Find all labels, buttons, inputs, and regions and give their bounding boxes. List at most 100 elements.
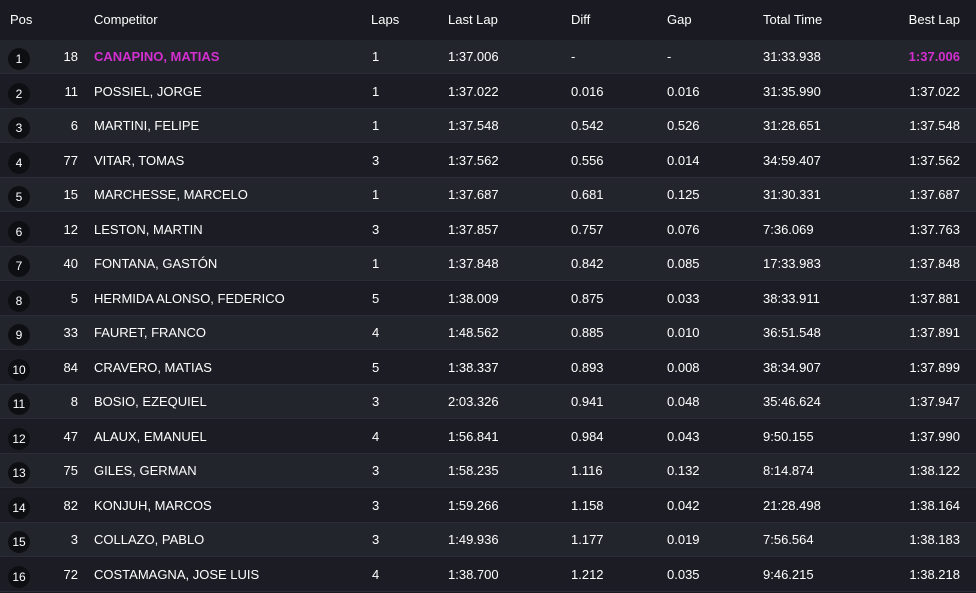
diff-value: 0.885 <box>571 325 604 340</box>
table-row[interactable]: 2 11 POSSIEL, JORGE 1 1:37.022 0.016 0.016 31:3… <box>0 74 976 109</box>
competitor-name: CRAVERO, MATIAS <box>94 359 212 375</box>
header-gap[interactable]: Gap <box>667 11 692 29</box>
last-lap-value: 1:37.548 <box>448 118 499 133</box>
gap-value: 0.526 <box>667 118 700 133</box>
laps-value: 4 <box>372 428 380 444</box>
table-row[interactable]: 15 3 COLLAZO, PABLO 3 1:49.936 1.177 0.019 7:56… <box>0 523 976 557</box>
competitor-name: CANAPINO, MATIAS <box>94 49 220 64</box>
competitor-name: KONJUH, MARCOS <box>94 497 212 513</box>
position-badge: 5 <box>8 186 30 208</box>
best-lap-value: 1:37.891 <box>909 325 960 340</box>
best-lap-value: 1:38.218 <box>909 566 960 582</box>
total-time-value: 31:30.331 <box>763 187 821 202</box>
competitor-name: MARTINI, FELIPE <box>94 118 200 133</box>
laps-value: 3 <box>372 394 380 409</box>
gap-value: 0.010 <box>667 325 700 340</box>
position-badge: 1 <box>8 48 30 70</box>
best-lap-value: 1:37.006 <box>908 49 960 64</box>
gap-value: 0.042 <box>667 497 700 513</box>
gap-value: 0.132 <box>667 463 700 478</box>
diff-value: 0.893 <box>571 359 604 375</box>
car-number: 18 <box>63 49 78 64</box>
table-row[interactable]: 3 6 MARTINI, FELIPE 1 1:37.548 0.542 0.526 31:2… <box>0 109 976 143</box>
last-lap-value: 1:49.936 <box>448 532 499 547</box>
table-row[interactable]: 16 72 COSTAMAGNA, JOSE LUIS 4 1:38.700 1.212 0… <box>0 557 976 592</box>
gap-value: 0.014 <box>667 152 700 168</box>
gap-value: 0.048 <box>667 394 700 409</box>
competitor-name: ALAUX, EMANUEL <box>94 428 207 444</box>
laps-value: 1 <box>372 118 380 133</box>
position-badge: 6 <box>8 220 30 243</box>
laps-value: 5 <box>372 290 380 306</box>
position-badge: 2 <box>8 82 30 105</box>
car-number: 40 <box>63 256 78 271</box>
best-lap-value: 1:37.848 <box>909 256 960 271</box>
gap-value: 0.016 <box>667 83 700 99</box>
total-time-value: 9:46.215 <box>763 566 814 582</box>
table-row[interactable]: 13 75 GILES, GERMAN 3 1:58.235 1.116 0.132 8:14… <box>0 454 976 488</box>
header-diff[interactable]: Diff <box>571 11 590 29</box>
gap-value: 0.035 <box>667 566 700 582</box>
table-row[interactable]: 14 82 KONJUH, MARCOS 3 1:59.266 1.158 0.042 21:… <box>0 488 976 523</box>
table-row[interactable]: 8 5 HERMIDA ALONSO, FEDERICO 5 1:38.009 0.875… <box>0 281 976 316</box>
position-badge: 12 <box>8 427 30 450</box>
total-time-value: 35:46.624 <box>763 394 821 409</box>
car-number: 77 <box>63 152 78 168</box>
best-lap-value: 1:38.164 <box>909 497 960 513</box>
laps-value: 3 <box>372 532 380 547</box>
laps-value: 1 <box>372 83 380 99</box>
best-lap-value: 1:37.990 <box>909 428 960 444</box>
header-pos[interactable]: Pos <box>10 11 32 29</box>
diff-value: 1.116 <box>571 463 603 478</box>
car-number: 3 <box>70 532 78 547</box>
diff-value: 0.984 <box>571 428 604 444</box>
total-time-value: 31:35.990 <box>763 83 821 99</box>
total-time-value: 36:51.548 <box>763 325 821 340</box>
diff-value: 0.542 <box>571 118 604 133</box>
last-lap-value: 1:58.235 <box>448 463 499 478</box>
best-lap-value: 1:38.122 <box>909 463 960 478</box>
competitor-name: LESTON, MARTIN <box>94 221 203 237</box>
position-badge: 9 <box>8 324 30 346</box>
header-best-lap[interactable]: Best Lap <box>909 11 960 29</box>
last-lap-value: 1:38.009 <box>448 290 499 306</box>
table-row[interactable]: 1 18 CANAPINO, MATIAS 1 1:37.006 - - 31:33.938 1… <box>0 40 976 74</box>
laps-value: 1 <box>372 49 380 64</box>
table-row[interactable]: 6 12 LESTON, MARTIN 3 1:37.857 0.757 0.076 7:36… <box>0 212 976 247</box>
laps-value: 5 <box>372 359 380 375</box>
table-row[interactable]: 7 40 FONTANA, GASTÓN 1 1:37.848 0.842 0.085 17:… <box>0 247 976 281</box>
table-row[interactable]: 9 33 FAURET, FRANCO 4 1:48.562 0.885 0.010 36:5… <box>0 316 976 350</box>
table-row[interactable]: 4 77 VITAR, TOMAS 3 1:37.562 0.556 0.014 34:59.… <box>0 143 976 178</box>
table-row[interactable]: 12 47 ALAUX, EMANUEL 4 1:56.841 0.984 0.043 9:5… <box>0 419 976 454</box>
last-lap-value: 1:59.266 <box>448 497 499 513</box>
car-number: 75 <box>63 463 78 478</box>
best-lap-value: 1:37.881 <box>909 290 960 306</box>
gap-value: 0.008 <box>667 359 700 375</box>
header-laps[interactable]: Laps <box>371 11 399 29</box>
table-header: Pos Competitor Laps Last Lap Diff Gap To… <box>0 0 976 40</box>
last-lap-value: 1:37.006 <box>448 49 499 64</box>
best-lap-value: 1:37.763 <box>909 221 960 237</box>
laps-value: 3 <box>372 463 380 478</box>
position-badge: 4 <box>8 151 30 174</box>
diff-value: 0.757 <box>571 221 604 237</box>
competitor-name: POSSIEL, JORGE <box>94 83 202 99</box>
diff-value: 1.158 <box>571 497 604 513</box>
header-competitor[interactable]: Competitor <box>94 11 158 29</box>
diff-value: - <box>571 49 576 64</box>
total-time-value: 38:33.911 <box>763 290 820 306</box>
table-row[interactable]: 10 84 CRAVERO, MATIAS 5 1:38.337 0.893 0.008 38… <box>0 350 976 385</box>
table-row[interactable]: 5 15 MARCHESSE, MARCELO 1 1:37.687 0.681 0.125… <box>0 178 976 212</box>
last-lap-value: 1:37.687 <box>448 187 499 202</box>
header-total-time[interactable]: Total Time <box>763 11 822 29</box>
diff-value: 0.875 <box>571 290 604 306</box>
last-lap-value: 1:48.562 <box>448 325 499 340</box>
table-row[interactable]: 11 8 BOSIO, EZEQUIEL 3 2:03.326 0.941 0.048 35:… <box>0 385 976 419</box>
laps-value: 3 <box>372 497 380 513</box>
total-time-value: 31:33.938 <box>763 49 821 64</box>
position-badge: 14 <box>8 496 30 519</box>
diff-value: 1.177 <box>571 532 604 547</box>
car-number: 15 <box>63 187 78 202</box>
position-badge: 16 <box>8 565 30 588</box>
header-last-lap[interactable]: Last Lap <box>448 11 498 29</box>
